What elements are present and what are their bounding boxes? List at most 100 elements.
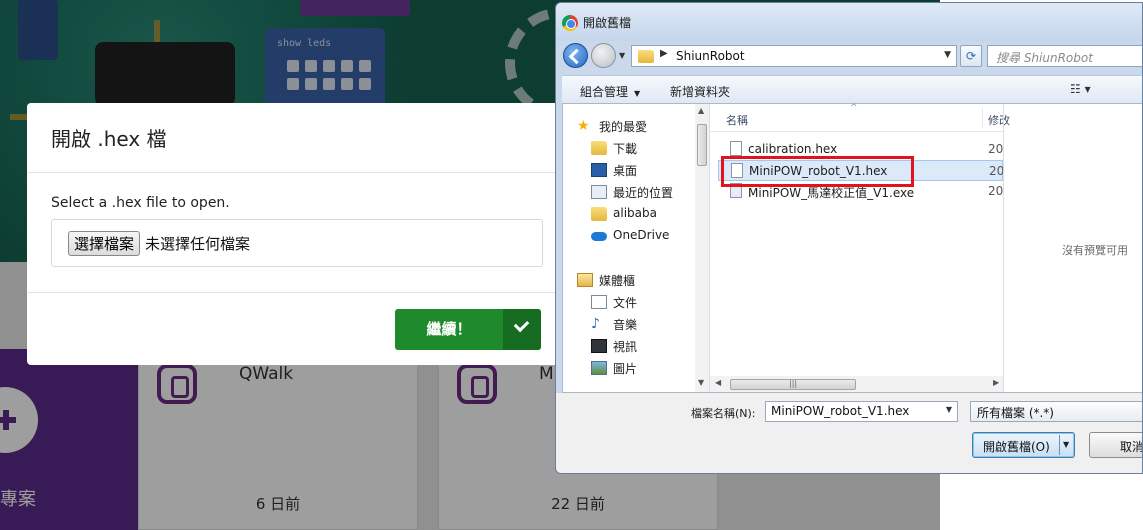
address-path[interactable]: ShiunRobot <box>676 49 745 63</box>
folder-icon <box>638 50 654 63</box>
preview-pane: 沒有預覽可用 <box>1003 104 1142 392</box>
file-status: 未選擇任何檔案 <box>145 234 251 253</box>
forward-arrow-icon[interactable] <box>591 43 616 68</box>
file-name-input[interactable]: MiniPOW_robot_V1.hex ▼ <box>765 401 958 422</box>
nav-recent[interactable]: 最近的位置 <box>591 182 695 202</box>
refresh-icon[interactable]: ⟳ <box>960 45 982 67</box>
modal-title: 開啟 .hex 檔 <box>27 103 567 173</box>
open-hex-modal: 開啟 .hex 檔 Select a .hex file to open. 選擇… <box>27 103 567 365</box>
scrollbar-thumb[interactable] <box>697 124 707 166</box>
recent-places-icon <box>591 185 607 199</box>
chevron-down-icon: ▼ <box>634 89 641 98</box>
sort-ascending-icon: ^ <box>850 103 858 113</box>
nav-label: 我的最愛 <box>599 120 648 134</box>
documents-icon <box>591 295 607 309</box>
onedrive-cloud-icon <box>591 232 607 241</box>
dialog-titlebar[interactable]: 開啟舊檔 <box>556 3 1142 41</box>
column-header: 名稱 ^ 修改 <box>710 103 1010 132</box>
chevron-down-icon[interactable]: ▼ <box>1063 440 1069 449</box>
nav-documents[interactable]: 文件 <box>591 292 695 312</box>
nav-label: 下載 <box>613 142 638 156</box>
scroll-down-icon[interactable]: ▼ <box>698 378 704 387</box>
pictures-icon <box>591 361 607 375</box>
horizontal-scrollbar[interactable]: ◀ ||| ▶ <box>710 376 1003 392</box>
column-name[interactable]: 名稱 <box>726 112 748 128</box>
open-button[interactable]: 開啟舊檔(O) ▼ <box>972 432 1075 458</box>
file-name-label: 檔案名稱(N): <box>691 407 756 420</box>
libraries-icon <box>577 273 593 287</box>
back-arrow-icon[interactable] <box>563 43 588 68</box>
music-icon: ♪ <box>591 316 600 332</box>
organize-label: 組合管理 <box>580 85 629 99</box>
nav-label: 文件 <box>613 296 638 310</box>
view-options-icon[interactable]: ☷ ▾ <box>1070 82 1091 96</box>
chevron-down-icon[interactable]: ▼ <box>946 405 952 414</box>
split-divider <box>1059 435 1060 455</box>
nav-label: alibaba <box>613 206 657 220</box>
dialog-bottom-bar: 檔案名稱(N): MiniPOW_robot_V1.hex ▼ 所有檔案 (*.… <box>556 393 1143 473</box>
dialog-title: 開啟舊檔 <box>583 16 632 30</box>
nav-label: 視訊 <box>613 340 638 354</box>
grip-icon: ||| <box>789 379 798 388</box>
address-row: ▼ ▶ ShiunRobot ▼ ⟳ 搜尋 ShiunRobot <box>556 41 1142 71</box>
nav-onedrive[interactable]: OneDrive <box>591 226 695 246</box>
search-input[interactable]: 搜尋 ShiunRobot <box>987 45 1142 67</box>
nav-pictures[interactable]: 圖片 <box>591 358 695 378</box>
file-name-value: MiniPOW_robot_V1.hex <box>771 404 910 418</box>
nav-favorites[interactable]: ★ 我的最愛 <box>577 116 695 136</box>
scrollbar-thumb[interactable]: ||| <box>730 379 856 390</box>
open-label: 開啟舊檔(O) <box>983 440 1050 454</box>
file-name: calibration.hex <box>748 142 838 156</box>
favorites-star-icon: ★ <box>577 118 590 134</box>
continue-button[interactable]: 繼續！ <box>395 309 541 350</box>
downloads-folder-icon <box>591 141 607 155</box>
nav-label: 最近的位置 <box>613 186 674 200</box>
scroll-left-icon[interactable]: ◀ <box>715 378 721 387</box>
nav-label: 媒體櫃 <box>599 274 636 288</box>
cancel-label: 取消 <box>1120 440 1143 454</box>
address-dropdown-icon[interactable]: ▼ <box>944 50 951 60</box>
modal-prompt: Select a .hex file to open. <box>51 195 230 211</box>
nav-alibaba[interactable]: alibaba <box>591 204 695 224</box>
nav-label: OneDrive <box>613 228 670 242</box>
address-bar[interactable]: ▶ ShiunRobot ▼ <box>631 45 957 67</box>
modal-footer: 繼續！ <box>27 295 567 365</box>
file-date: 20 <box>988 184 1004 198</box>
nav-desktop[interactable]: 桌面 <box>591 160 695 180</box>
chrome-icon <box>562 15 578 31</box>
file-date: 20 <box>989 164 1005 178</box>
cancel-button[interactable]: 取消 <box>1089 432 1143 458</box>
nav-videos[interactable]: 視訊 <box>591 336 695 356</box>
file-input: 選擇檔案 未選擇任何檔案 <box>51 219 543 267</box>
file-date: 20 <box>988 142 1004 156</box>
nav-music[interactable]: ♪ 音樂 <box>591 314 695 334</box>
open-file-dialog: 開啟舊檔 ▼ ▶ ShiunRobot ▼ ⟳ 搜尋 ShiunRobot 組合… <box>555 2 1143 474</box>
preview-message: 沒有預覽可用 <box>1062 244 1128 257</box>
modal-body: Select a .hex file to open. 選擇檔案 未選擇任何檔案 <box>27 173 567 293</box>
file-type-select[interactable]: 所有檔案 (*.*) <box>970 401 1142 422</box>
nav-scrollbar[interactable]: ▲ ▼ <box>695 104 709 392</box>
dialog-panes: ★ 我的最愛 下載 桌面 最近的位置 alibaba OneDrive 媒體櫃 … <box>562 103 1142 393</box>
nav-label: 圖片 <box>613 362 638 376</box>
continue-label: 繼續！ <box>426 320 472 338</box>
selection-highlight-box <box>721 156 914 187</box>
organize-menu[interactable]: 組合管理 ▼ <box>580 83 640 100</box>
folder-icon <box>591 207 607 221</box>
nav-downloads[interactable]: 下載 <box>591 138 695 158</box>
choose-file-button[interactable]: 選擇檔案 <box>68 230 141 256</box>
file-list-pane: 名稱 ^ 修改 calibration.hex 20 MiniPOW_robot… <box>710 103 1010 392</box>
desktop-icon <box>591 163 607 177</box>
video-icon <box>591 339 607 353</box>
nav-libraries[interactable]: 媒體櫃 <box>577 270 695 290</box>
navigation-pane: ★ 我的最愛 下載 桌面 最近的位置 alibaba OneDrive 媒體櫃 … <box>563 104 710 392</box>
nav-label: 桌面 <box>613 164 638 178</box>
hex-file-icon <box>730 141 742 156</box>
dialog-toolbar: 組合管理 ▼ 新增資料夾 ☷ ▾ <box>562 75 1142 103</box>
nav-label: 音樂 <box>613 318 638 332</box>
scroll-up-icon[interactable]: ▲ <box>698 106 704 115</box>
column-divider[interactable] <box>982 108 983 128</box>
history-dropdown-icon[interactable]: ▼ <box>619 51 625 60</box>
scroll-right-icon[interactable]: ▶ <box>993 378 999 387</box>
breadcrumb-arrow-icon[interactable]: ▶ <box>660 48 668 59</box>
new-folder-button[interactable]: 新增資料夾 <box>670 83 730 100</box>
